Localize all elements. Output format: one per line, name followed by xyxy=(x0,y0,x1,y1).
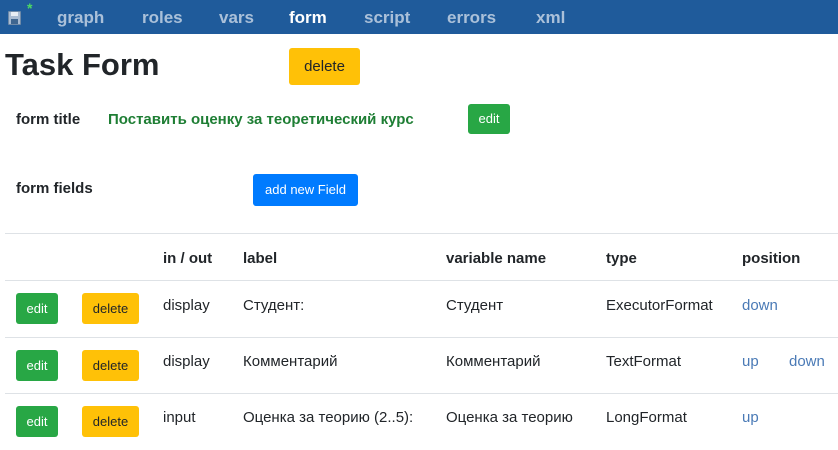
floppy-disk-icon[interactable] xyxy=(8,11,21,25)
cell-variable-name: Комментарий xyxy=(446,353,541,370)
move-up-link[interactable]: up xyxy=(742,409,759,427)
add-new-field-button[interactable]: add new Field xyxy=(253,174,358,206)
tab-errors[interactable]: errors xyxy=(447,8,496,28)
column-header-inout: in / out xyxy=(163,250,213,267)
column-header-variable-name: variable name xyxy=(446,250,547,267)
move-down-link[interactable]: down xyxy=(742,297,778,315)
cell-type: ExecutorFormat xyxy=(606,297,713,314)
cell-inout: display xyxy=(163,353,210,370)
page-title: Task Form xyxy=(5,47,160,82)
form-fields-label: form fields xyxy=(16,180,93,197)
top-nav-bar: * graph roles vars form script errors xm… xyxy=(0,0,838,34)
move-down-link[interactable]: down xyxy=(789,353,825,371)
move-up-link[interactable]: up xyxy=(742,353,759,371)
delete-field-button[interactable]: delete xyxy=(82,406,139,437)
table-top-border xyxy=(5,233,838,234)
cell-label: Студент: xyxy=(243,297,305,314)
row-divider xyxy=(5,393,838,394)
cell-type: LongFormat xyxy=(606,409,687,426)
cell-label: Комментарий xyxy=(243,353,338,370)
form-title-value: Поставить оценку за теоретический курс xyxy=(108,111,414,128)
delete-field-button[interactable]: delete xyxy=(82,293,139,324)
tab-vars[interactable]: vars xyxy=(219,8,254,28)
column-header-type: type xyxy=(606,250,637,267)
edit-field-button[interactable]: edit xyxy=(16,293,58,324)
tab-roles[interactable]: roles xyxy=(142,8,183,28)
delete-form-button[interactable]: delete xyxy=(289,48,360,85)
column-header-position: position xyxy=(742,250,801,267)
delete-field-button[interactable]: delete xyxy=(82,350,139,381)
tab-script[interactable]: script xyxy=(364,8,410,28)
edit-field-button[interactable]: edit xyxy=(16,350,58,381)
tab-form[interactable]: form xyxy=(289,8,327,28)
cell-type: TextFormat xyxy=(606,353,682,370)
cell-inout: display xyxy=(163,297,210,314)
cell-label: Оценка за теорию (2..5): xyxy=(243,409,414,426)
cell-variable-name: Студент xyxy=(446,297,504,314)
modified-indicator: * xyxy=(27,0,33,16)
form-title-label: form title xyxy=(16,111,81,128)
cell-variable-name: Оценка за теорию xyxy=(446,409,573,426)
edit-field-button[interactable]: edit xyxy=(16,406,58,437)
row-divider xyxy=(5,337,838,338)
column-header-label: label xyxy=(243,250,278,267)
cell-inout: input xyxy=(163,409,196,426)
edit-form-title-button[interactable]: edit xyxy=(468,104,510,134)
tab-xml[interactable]: xml xyxy=(536,8,565,28)
tab-graph[interactable]: graph xyxy=(57,8,104,28)
row-divider xyxy=(5,280,838,281)
